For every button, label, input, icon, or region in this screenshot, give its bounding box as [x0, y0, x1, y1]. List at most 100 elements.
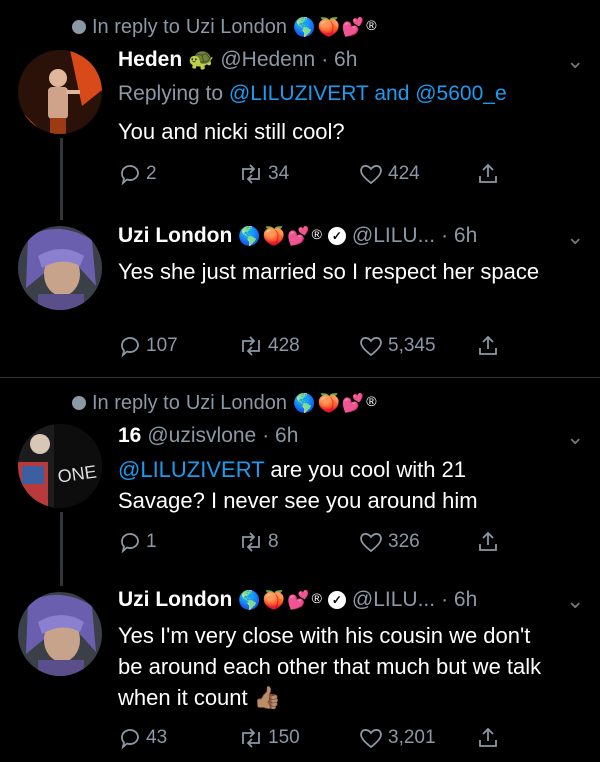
- share-button[interactable]: [476, 530, 500, 554]
- reply-bubble-icon: [72, 20, 86, 34]
- share-button[interactable]: [476, 334, 500, 358]
- retweet-icon: [242, 532, 260, 552]
- reply-button[interactable]: 43: [118, 726, 238, 750]
- avatar[interactable]: ONE: [18, 424, 102, 508]
- tweet-actions: 2 34 424: [118, 162, 500, 186]
- retweet-button[interactable]: 150: [238, 726, 358, 750]
- reply-button[interactable]: 107: [118, 334, 238, 358]
- chevron-down-icon[interactable]: ⌄: [566, 48, 584, 74]
- avatar-image: [18, 592, 102, 676]
- globe-icon: 🌎: [238, 225, 261, 246]
- mention-link[interactable]: @5600_e: [415, 82, 506, 105]
- chevron-down-icon[interactable]: ⌄: [566, 224, 584, 250]
- timestamp[interactable]: · 6h: [441, 224, 477, 248]
- hearts-icon: 💕: [287, 589, 310, 610]
- thread-connector: [60, 512, 63, 586]
- mention-link[interactable]: @LILUZIVERT: [118, 457, 264, 482]
- retweet-button[interactable]: 34: [238, 162, 358, 186]
- registered-icon: ®: [366, 17, 377, 33]
- avatar[interactable]: [18, 50, 102, 134]
- peach-icon: 🍑: [262, 589, 286, 610]
- chevron-down-icon[interactable]: ⌄: [566, 424, 584, 450]
- reply-icon: [121, 165, 139, 186]
- reply-context: In reply to Uzi London 🌎 🍑 💕 ®: [72, 16, 377, 39]
- like-button[interactable]: 3,201: [358, 726, 476, 750]
- replying-to-line: Replying to @LILUZIVERT and @5600_e: [118, 82, 507, 105]
- peach-icon: 🍑: [317, 393, 340, 413]
- reply-bubble-icon: [72, 396, 86, 410]
- registered-icon: ®: [366, 393, 377, 409]
- avatar-image: [18, 226, 102, 310]
- tweet-actions: 107 428 5,345: [118, 334, 500, 358]
- badge-icons: 🌎 🍑 💕 ®: [238, 226, 322, 247]
- reply-button[interactable]: 1: [118, 530, 238, 554]
- display-name[interactable]: Uzi London: [118, 224, 232, 248]
- tweet-text: You and nicki still cool?: [118, 119, 345, 144]
- timestamp[interactable]: · 6h: [441, 588, 477, 612]
- reply-icon: [121, 533, 139, 554]
- like-button[interactable]: 326: [358, 530, 476, 554]
- share-icon: [479, 531, 497, 551]
- avatar-image: ONE: [18, 424, 102, 508]
- display-name[interactable]: Heden: [118, 48, 182, 72]
- avatar[interactable]: [18, 226, 102, 310]
- tweet-actions: 43 150 3,201: [118, 726, 500, 750]
- retweet-icon: [242, 164, 260, 184]
- user-handle[interactable]: @uzisvlone: [147, 424, 256, 448]
- heart-icon: [360, 337, 382, 357]
- share-icon: [479, 335, 497, 355]
- tweet-header: Uzi London 🌎 🍑 💕 ® ✓ @LILU... · 6h: [118, 224, 477, 248]
- share-button[interactable]: [476, 726, 500, 750]
- tweet-header: Heden 🐢 @Hedenn · 6h: [118, 48, 357, 72]
- badge-icons: 🌎 🍑 💕 ®: [293, 17, 377, 38]
- reply-icon: [121, 729, 139, 750]
- tweet-text: Yes she just married so I respect her sp…: [118, 259, 540, 284]
- share-button[interactable]: [476, 162, 500, 186]
- verified-badge-icon: ✓: [327, 591, 346, 609]
- globe-icon: 🌎: [293, 393, 316, 413]
- globe-icon: 🌎: [293, 17, 316, 37]
- share-icon: [479, 163, 497, 183]
- reply-icon: [121, 337, 139, 358]
- hearts-icon: 💕: [341, 17, 365, 37]
- peach-icon: 🍑: [317, 17, 340, 37]
- heart-icon: [360, 729, 382, 749]
- retweet-button[interactable]: 8: [238, 530, 358, 554]
- hearts-icon: 💕: [287, 225, 310, 246]
- retweet-icon: [242, 336, 260, 356]
- tweet-header: Uzi London 🌎 🍑 💕 ® ✓ @LILU... · 6h: [118, 588, 477, 612]
- user-handle[interactable]: @LILU...: [352, 588, 435, 612]
- user-handle[interactable]: @Hedenn: [220, 48, 315, 72]
- divider: [0, 377, 600, 378]
- badge-icons: 🌎 🍑 💕 ®: [238, 590, 322, 611]
- thread-connector: [60, 138, 63, 220]
- like-button[interactable]: 5,345: [358, 334, 476, 358]
- share-icon: [479, 727, 497, 747]
- chevron-down-icon[interactable]: ⌄: [566, 588, 584, 614]
- tweet-actions: 1 8 326: [118, 530, 500, 554]
- verified-badge-icon: ✓: [327, 227, 346, 245]
- context-user-link[interactable]: Uzi London: [186, 16, 287, 39]
- hearts-icon: 💕: [341, 393, 365, 413]
- reply-button[interactable]: 2: [118, 162, 238, 186]
- avatar[interactable]: [18, 592, 102, 676]
- context-user-link[interactable]: Uzi London: [186, 392, 287, 415]
- tweet-text: @LILUZIVERT are you cool with 21 Savage?…: [118, 457, 478, 513]
- retweet-icon: [242, 728, 260, 748]
- peach-icon: 🍑: [262, 225, 286, 246]
- tweet-text: Yes I'm very close with his cousin we do…: [118, 623, 542, 710]
- mention-link[interactable]: @LILUZIVERT: [229, 82, 369, 105]
- reply-context: In reply to Uzi London 🌎 🍑 💕 ®: [72, 392, 377, 415]
- badge-icons: 🌎 🍑 💕 ®: [293, 393, 377, 414]
- like-button[interactable]: 424: [358, 162, 476, 186]
- avatar-image: [18, 50, 102, 134]
- turtle-icon: 🐢: [188, 48, 215, 71]
- display-name[interactable]: Uzi London: [118, 588, 232, 612]
- tweet-header: 16 @uzisvlone · 6h: [118, 424, 298, 448]
- timestamp[interactable]: · 6h: [321, 48, 357, 72]
- display-name[interactable]: 16: [118, 424, 141, 448]
- user-handle[interactable]: @LILU...: [352, 224, 435, 248]
- timestamp[interactable]: · 6h: [262, 424, 298, 448]
- heart-icon: [360, 165, 382, 185]
- retweet-button[interactable]: 428: [238, 334, 358, 358]
